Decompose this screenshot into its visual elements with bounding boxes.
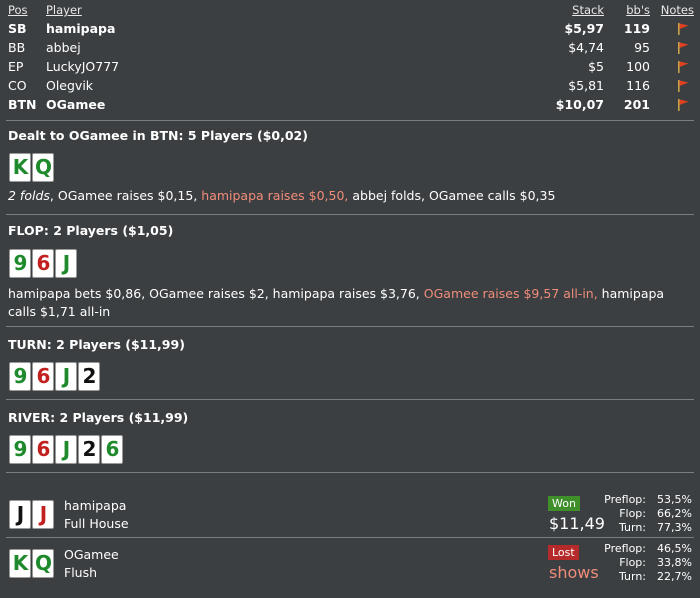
equity-value: 77,3%: [657, 521, 692, 534]
action-text: , OGamee raises $0,15,: [49, 188, 202, 203]
player-bb-count: 116: [626, 78, 650, 93]
divider: [6, 472, 694, 473]
player-stack: $5,81: [568, 78, 604, 93]
result-status-badge: Won: [548, 496, 580, 511]
playing-card: 9: [9, 435, 31, 464]
playing-card: 6: [32, 362, 54, 391]
action-text: abbej folds, OGamee calls $0,35: [348, 188, 556, 203]
divider: [6, 120, 694, 121]
divider: [6, 537, 694, 538]
playing-card: J: [55, 435, 77, 464]
player-name: abbej: [46, 40, 81, 55]
player-position: BB: [8, 40, 26, 55]
result-status-badge: Lost: [548, 545, 579, 560]
river-title: RIVER: 2 Players ($11,99): [8, 410, 189, 425]
player-stack: $5,97: [564, 21, 604, 36]
player-position: BTN: [8, 97, 37, 112]
result-player-name: OGamee: [64, 547, 119, 562]
playing-card: K: [9, 549, 31, 578]
player-name: OGamee: [46, 97, 106, 112]
player-position: EP: [8, 59, 24, 74]
flop-cards: 96J: [9, 249, 77, 278]
playing-card: 6: [101, 435, 123, 464]
flop-title: FLOP: 2 Players ($1,05): [8, 223, 174, 238]
player-position: SB: [8, 21, 27, 36]
equity-stats: Preflop: 46,5% Flop: 33,8% Turn: 22,7%: [586, 542, 692, 584]
playing-card: J: [55, 362, 77, 391]
column-header-pos[interactable]: Pos: [8, 3, 28, 17]
action-text: 2 folds: [8, 188, 50, 203]
equity-stats: Preflop: 53,5% Flop: 66,2% Turn: 77,3%: [586, 493, 692, 535]
equity-label: Turn:: [618, 521, 646, 534]
equity-value: 46,5%: [657, 542, 692, 555]
divider: [6, 326, 694, 327]
playing-card: Q: [32, 153, 54, 182]
action-text: OGamee raises $9,57 all-in,: [423, 286, 598, 301]
equity-label: Preflop:: [604, 542, 646, 555]
column-header-bbs[interactable]: bb's: [626, 3, 650, 17]
player-bb-count: 100: [626, 59, 650, 74]
player-name: Olegvik: [46, 78, 94, 93]
note-flag-icon[interactable]: [676, 79, 690, 92]
column-header-notes[interactable]: Notes: [661, 3, 694, 17]
turn-cards: 96J2: [9, 362, 100, 391]
player-position: CO: [8, 78, 27, 93]
player-stack: $5: [588, 59, 604, 74]
divider: [6, 214, 694, 215]
player-row[interactable]: SB hamipapa $5,97 119: [0, 19, 700, 38]
action-text: hamipapa bets $0,86, OGamee raises $2, h…: [8, 286, 424, 301]
result-hand-rank: Full House: [64, 516, 129, 531]
player-row[interactable]: EP LuckyJO777 $5 100: [0, 57, 700, 76]
hole-cards: KQ: [9, 153, 54, 182]
equity-label: Turn:: [618, 570, 646, 583]
player-bb-count: 119: [623, 21, 650, 36]
playing-card: J: [9, 500, 31, 529]
equity-value: 22,7%: [657, 570, 692, 583]
note-flag-icon[interactable]: [676, 60, 690, 73]
preflop-title: Dealt to OGamee in BTN: 5 Players ($0,02…: [8, 128, 308, 143]
equity-value: 66,2%: [657, 507, 692, 520]
player-name: LuckyJO777: [46, 59, 120, 74]
playing-card: 2: [78, 435, 100, 464]
shown-cards: JJ: [9, 500, 54, 529]
playing-card: Q: [32, 549, 54, 578]
result-player-name: hamipapa: [64, 498, 127, 513]
playing-card: 6: [32, 249, 54, 278]
divider: [6, 399, 694, 400]
player-stack: $10,07: [555, 97, 604, 112]
turn-title: TURN: 2 Players ($11,99): [8, 337, 185, 352]
player-bb-count: 201: [623, 97, 650, 112]
flop-actions: hamipapa bets $0,86, OGamee raises $2, h…: [8, 285, 692, 321]
playing-card: 9: [9, 249, 31, 278]
preflop-actions: 2 folds, OGamee raises $0,15, hamipapa r…: [8, 187, 692, 205]
playing-card: J: [55, 249, 77, 278]
playing-card: 6: [32, 435, 54, 464]
player-bb-count: 95: [634, 40, 650, 55]
player-stack: $4,74: [568, 40, 604, 55]
column-header-stack[interactable]: Stack: [572, 3, 604, 17]
player-name: hamipapa: [46, 21, 116, 36]
playing-card: J: [32, 500, 54, 529]
equity-label: Preflop:: [604, 493, 646, 506]
equity-label: Flop:: [619, 556, 646, 569]
river-cards: 96J26: [9, 435, 123, 464]
playing-card: 9: [9, 362, 31, 391]
playing-card: K: [9, 153, 31, 182]
equity-value: 53,5%: [657, 493, 692, 506]
playing-card: 2: [78, 362, 100, 391]
result-hand-rank: Flush: [64, 565, 98, 580]
note-flag-icon[interactable]: [676, 98, 690, 111]
column-header-player[interactable]: Player: [46, 3, 82, 17]
note-flag-icon[interactable]: [676, 41, 690, 54]
player-row[interactable]: BB abbej $4,74 95: [0, 38, 700, 57]
note-flag-icon[interactable]: [676, 22, 690, 35]
equity-label: Flop:: [619, 507, 646, 520]
shown-cards: KQ: [9, 549, 54, 578]
action-text: hamipapa raises $0,50,: [201, 188, 349, 203]
equity-value: 33,8%: [657, 556, 692, 569]
player-row[interactable]: CO Olegvik $5,81 116: [0, 76, 700, 95]
player-row[interactable]: BTN OGamee $10,07 201: [0, 95, 700, 114]
